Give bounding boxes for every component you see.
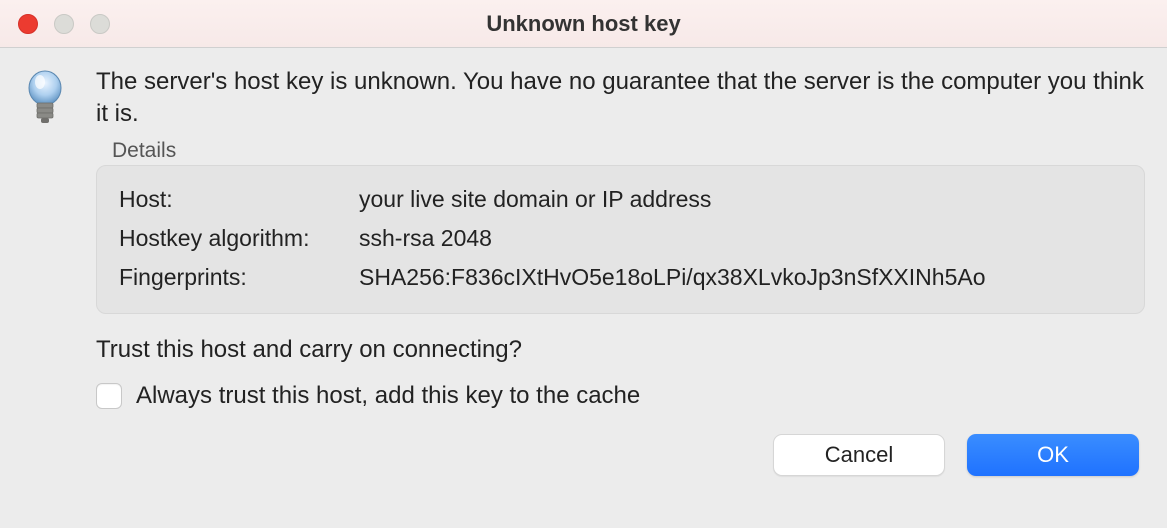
close-window-button[interactable] [18,14,38,34]
fingerprints-label: Fingerprints: [119,258,359,297]
details-row-algorithm: Hostkey algorithm: ssh-rsa 2048 [119,219,1122,258]
fingerprints-value: SHA256:F836cIXtHvO5e18oLPi/qx38XLvkoJp3n… [359,258,1122,297]
always-trust-checkbox[interactable] [96,383,122,409]
details-row-fingerprints: Fingerprints: SHA256:F836cIXtHvO5e18oLPi… [119,258,1122,297]
algorithm-label: Hostkey algorithm: [119,219,359,258]
trust-question: Trust this host and carry on connecting? [96,336,1145,364]
dialog-icon-column [22,66,68,410]
dialog-main: The server's host key is unknown. You ha… [96,66,1145,410]
details-label: Details [112,139,1145,163]
zoom-window-button[interactable] [90,14,110,34]
traffic-lights [0,14,110,34]
host-value: your live site domain or IP address [359,180,1122,219]
dialog-content: The server's host key is unknown. You ha… [0,48,1167,410]
titlebar: Unknown host key [0,0,1167,48]
window-title: Unknown host key [486,11,680,37]
dialog-message: The server's host key is unknown. You ha… [96,66,1145,131]
lightbulb-icon [22,70,68,126]
cancel-button[interactable]: Cancel [773,434,945,476]
always-trust-label: Always trust this host, add this key to … [136,382,640,410]
details-row-host: Host: your live site domain or IP addres… [119,180,1122,219]
button-row: Cancel OK [0,434,1167,496]
minimize-window-button[interactable] [54,14,74,34]
host-label: Host: [119,180,359,219]
always-trust-row: Always trust this host, add this key to … [96,382,1145,410]
algorithm-value: ssh-rsa 2048 [359,219,1122,258]
details-box: Host: your live site domain or IP addres… [96,165,1145,314]
ok-button[interactable]: OK [967,434,1139,476]
